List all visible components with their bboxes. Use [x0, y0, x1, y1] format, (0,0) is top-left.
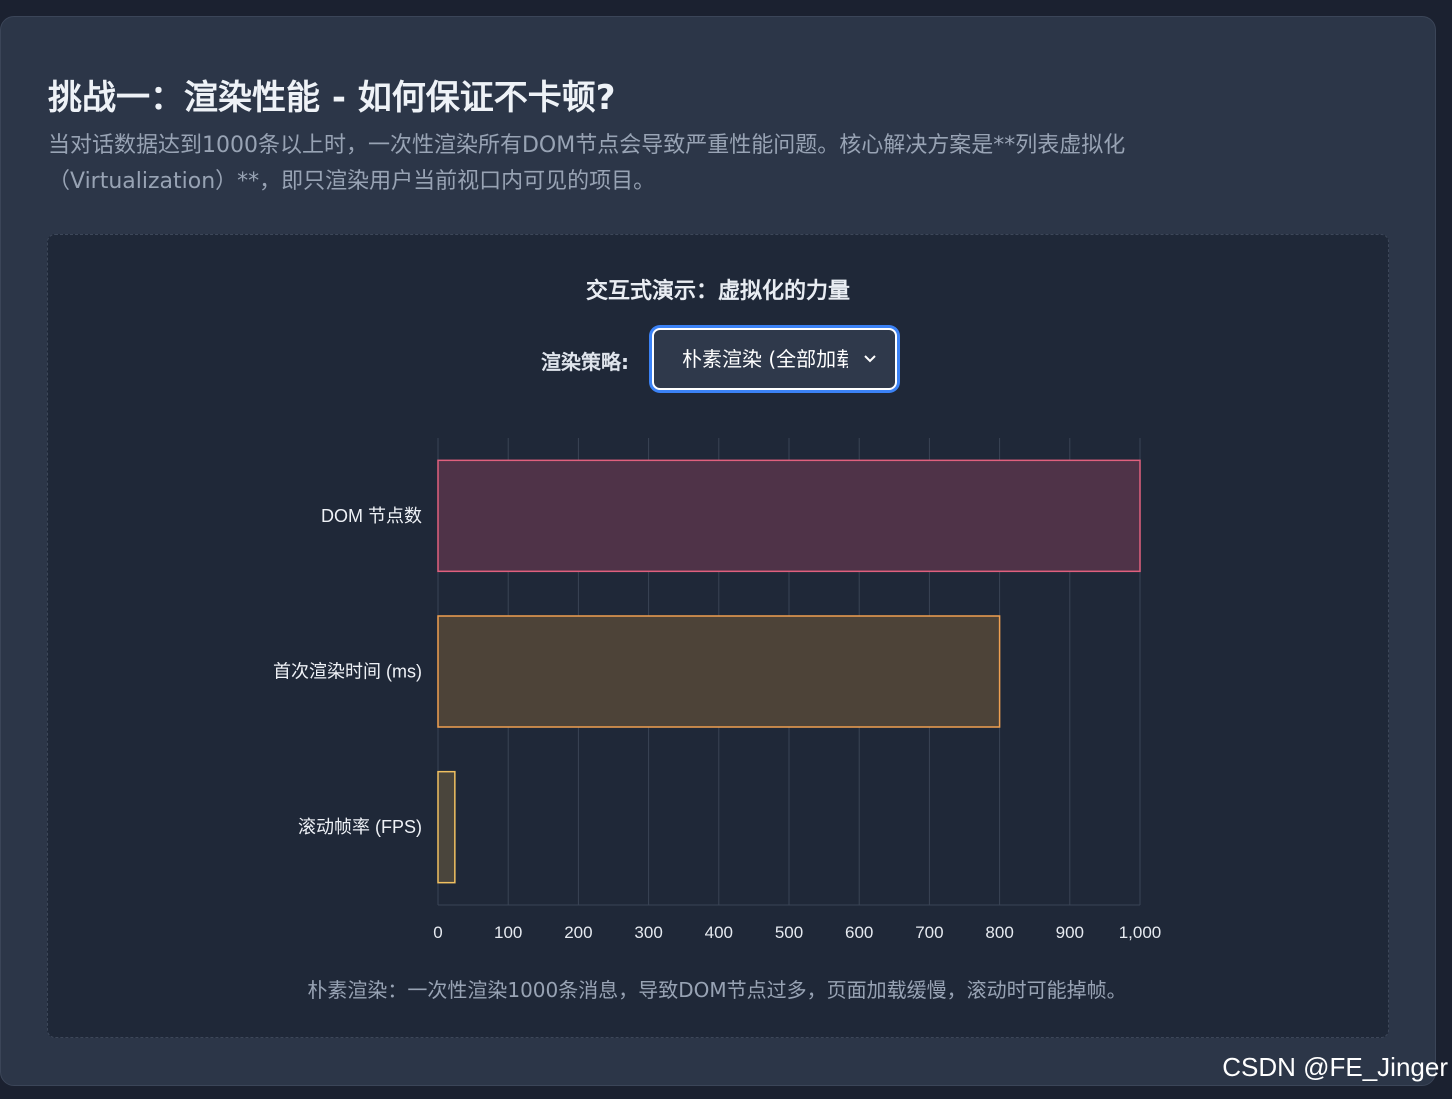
x-tick-label: 200: [564, 923, 592, 942]
demo-caption: 朴素渲染：一次性渲染1000条消息，导致DOM节点过多，页面加载缓慢，滚动时可能…: [307, 978, 1127, 1002]
category-label: 滚动帧率 (FPS): [298, 817, 422, 837]
x-tick-label: 900: [1056, 923, 1084, 942]
x-tick-label: 300: [634, 923, 662, 942]
category-label: DOM 节点数: [321, 506, 422, 526]
x-tick-label: 800: [985, 923, 1013, 942]
x-tick-label: 500: [775, 923, 803, 942]
bar[interactable]: [437, 615, 1001, 728]
bar[interactable]: [437, 459, 1141, 573]
category-label: 首次渲染时间 (ms): [273, 662, 422, 682]
x-tick-label: 0: [433, 923, 442, 942]
x-tick-label: 600: [845, 923, 873, 942]
watermark: CSDN @FE_Jinger: [1222, 1052, 1448, 1082]
x-tick-label: 400: [705, 923, 733, 942]
x-tick-label: 700: [915, 923, 943, 942]
bar[interactable]: [437, 770, 456, 884]
performance-bar-chart: 0 100 200 300 400 500 600 700 800 900 1,000 DOM 节点数…: [273, 438, 1162, 942]
x-tick-label: 100: [494, 923, 522, 942]
x-tick-label: 1,000: [1119, 923, 1162, 942]
